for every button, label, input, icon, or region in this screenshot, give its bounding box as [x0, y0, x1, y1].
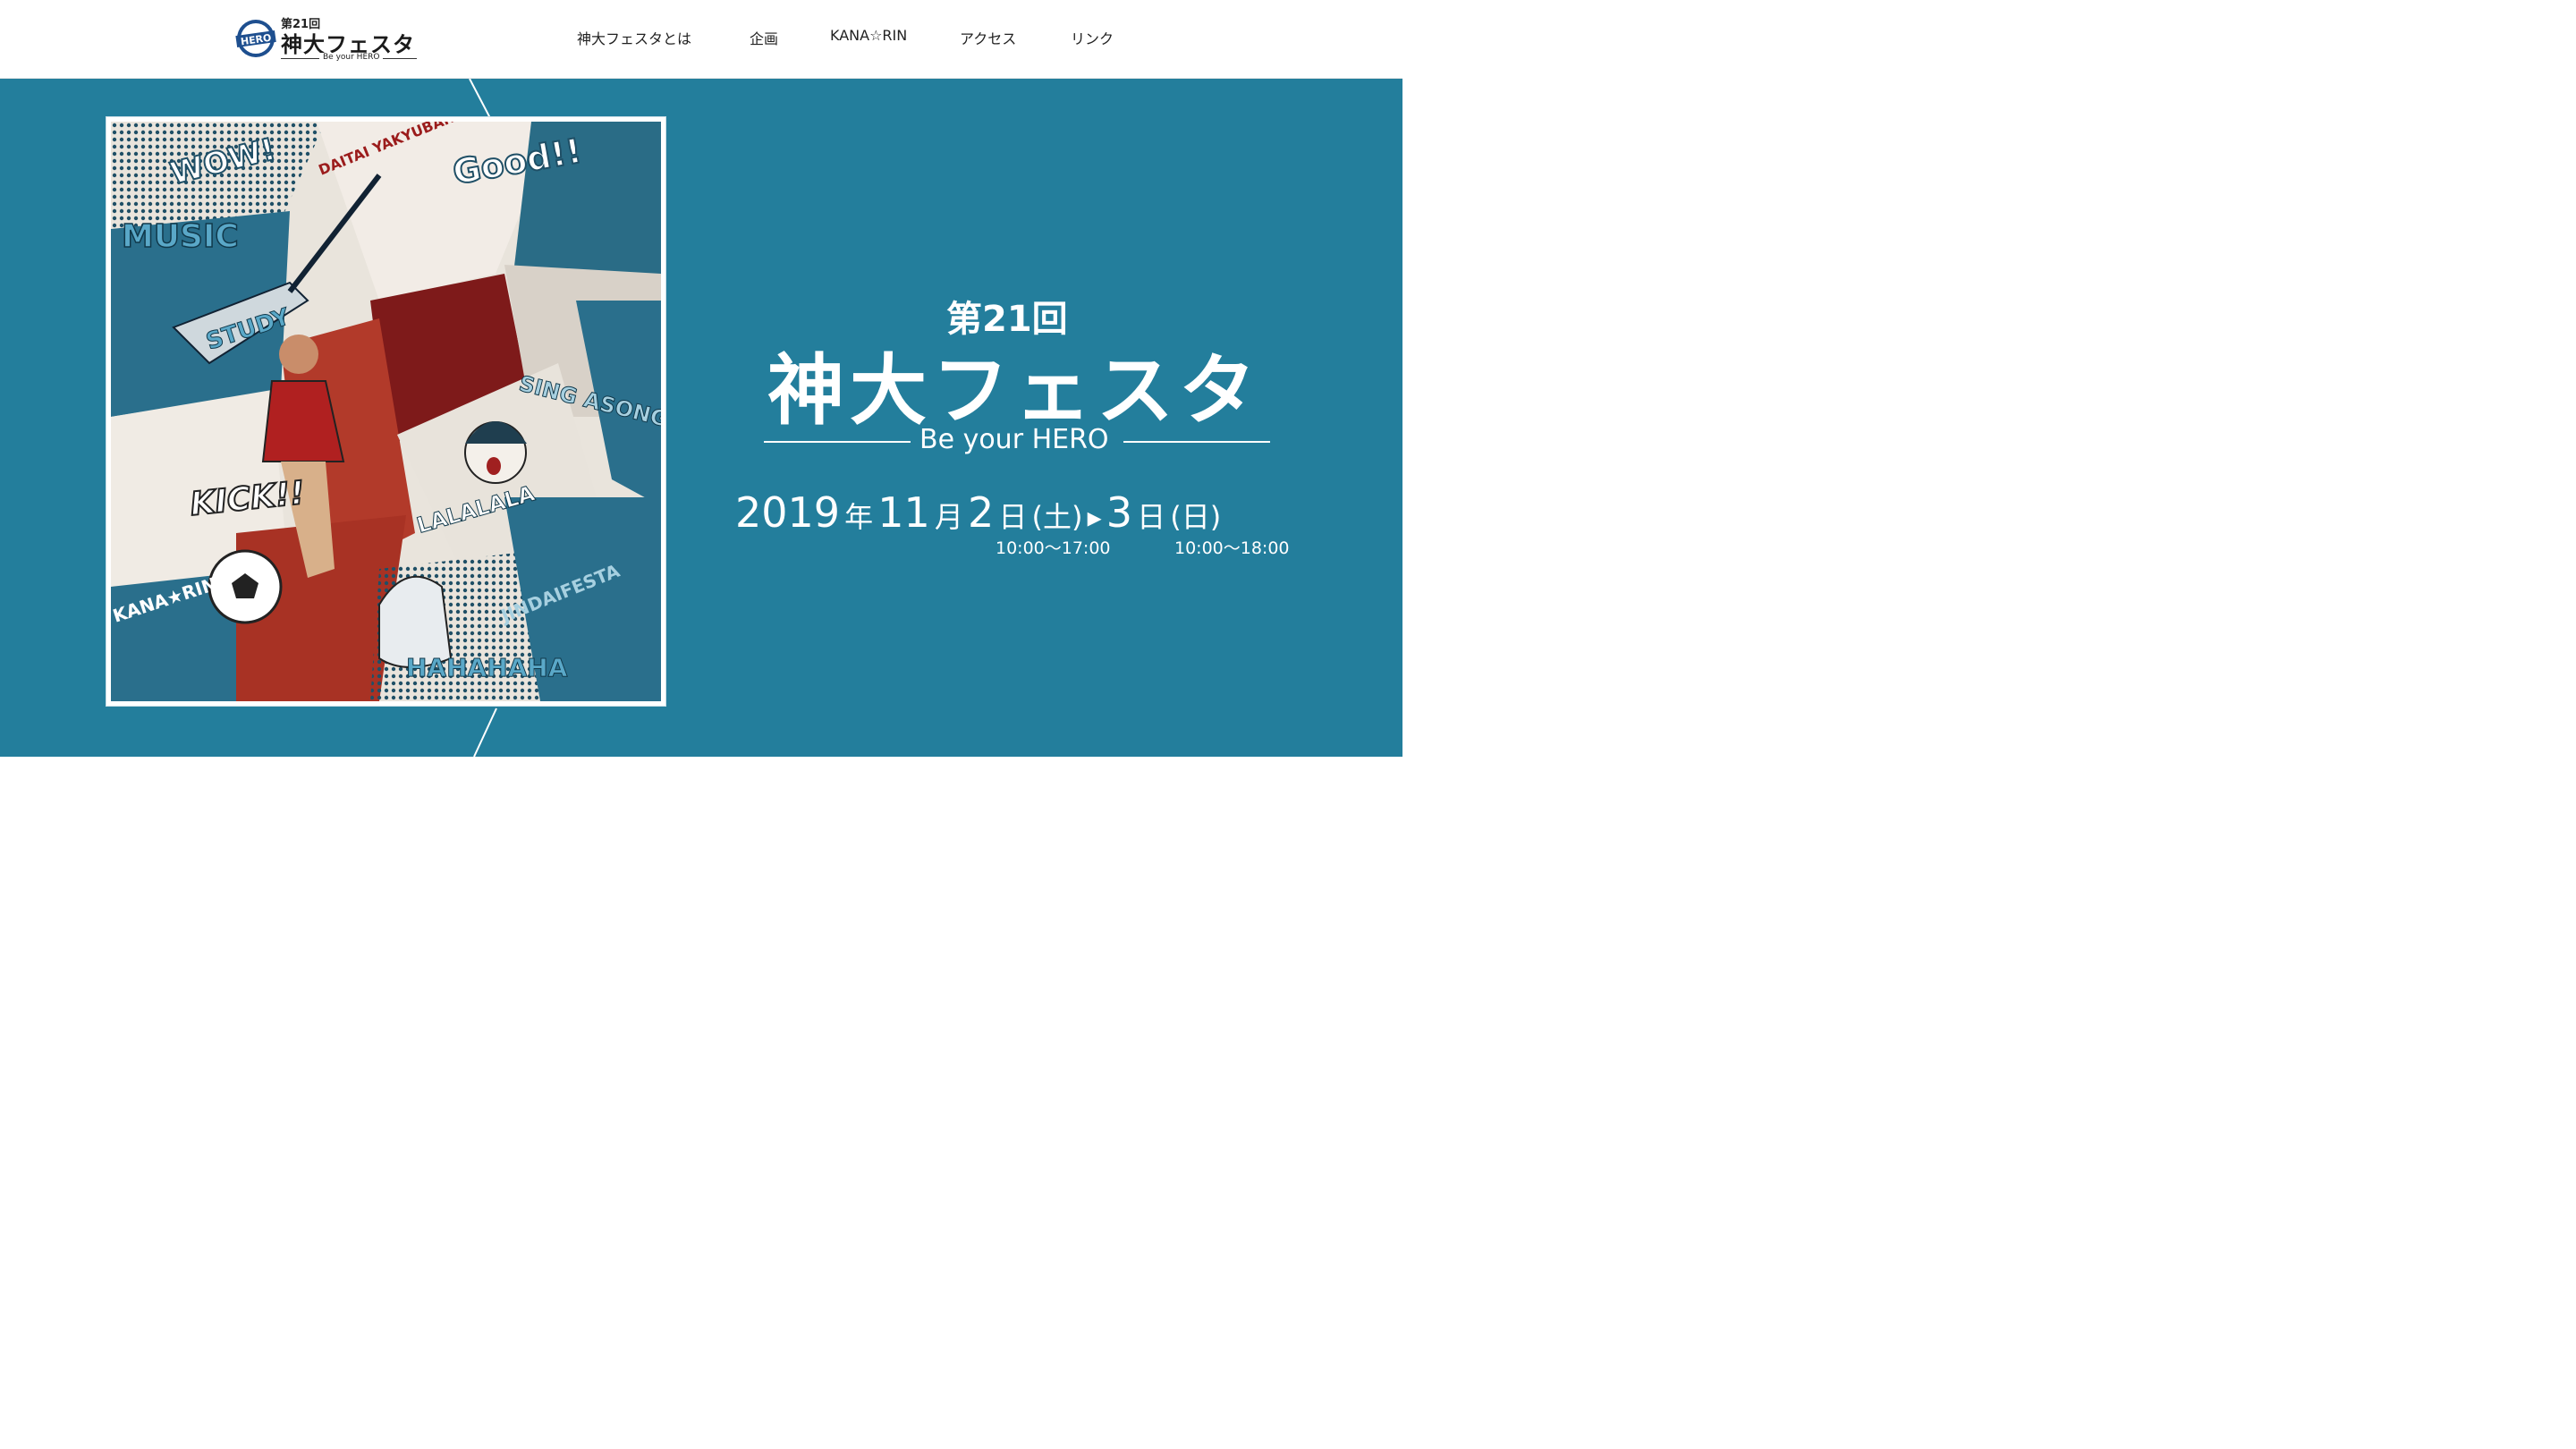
date-day1: 2: [968, 488, 995, 537]
festival-poster: WOW! Good!! MUSIC STUDY KICK!! SING ASON…: [106, 117, 665, 706]
festival-tagline: Be your HERO: [919, 424, 1109, 455]
nav-item-access[interactable]: アクセス: [960, 27, 1016, 48]
date-weekday2: (日): [1170, 500, 1222, 534]
nav-item-events[interactable]: 企画: [750, 27, 778, 48]
nav-item-links[interactable]: リンク: [1071, 27, 1114, 48]
hero-section: WOW! Good!! MUSIC STUDY KICK!! SING ASON…: [0, 79, 1402, 757]
time-day1: 10:00～17:00: [996, 538, 1111, 558]
poster-artwork: WOW! Good!! MUSIC STUDY KICK!! SING ASON…: [111, 122, 661, 701]
date-year: 2019: [735, 488, 841, 537]
tagline-rule-right: [1123, 441, 1270, 443]
festival-title: 神大フェスタ: [767, 346, 1261, 436]
date-month-unit: 月: [934, 500, 963, 534]
poster-word-music: MUSIC: [122, 218, 239, 255]
hero-badge-icon: HERO: [235, 20, 276, 57]
poster-word-hahaha: HAHAHAHA: [406, 653, 568, 682]
time-day2: 10:00～18:00: [1174, 538, 1290, 558]
date-day2: 3: [1106, 488, 1133, 537]
festival-dates: 2019 年 11 月 2 日 (土) ▸ 3 日 (日): [735, 488, 1221, 537]
date-day1-unit: 日: [998, 500, 1028, 534]
comic-collage-image: WOW! Good!! MUSIC STUDY KICK!! SING ASON…: [111, 122, 661, 701]
date-weekday1: (土): [1031, 500, 1083, 534]
tagline-rule-left: [764, 441, 911, 443]
date-month: 11: [877, 488, 930, 537]
logo-tagline: Be your HERO: [319, 53, 384, 62]
date-day2-unit: 日: [1137, 500, 1166, 534]
date-arrow-icon: ▸: [1087, 500, 1102, 534]
site-logo[interactable]: HERO 第21回 神大フェスタ Be your HERO: [234, 13, 422, 66]
nav-item-about[interactable]: 神大フェスタとは: [577, 27, 691, 48]
site-header: HERO 第21回 神大フェスタ Be your HERO 神大フェスタとは 企…: [0, 0, 1402, 79]
nav-item-kanarin[interactable]: KANA☆RIN: [830, 27, 907, 44]
date-year-unit: 年: [844, 500, 874, 534]
